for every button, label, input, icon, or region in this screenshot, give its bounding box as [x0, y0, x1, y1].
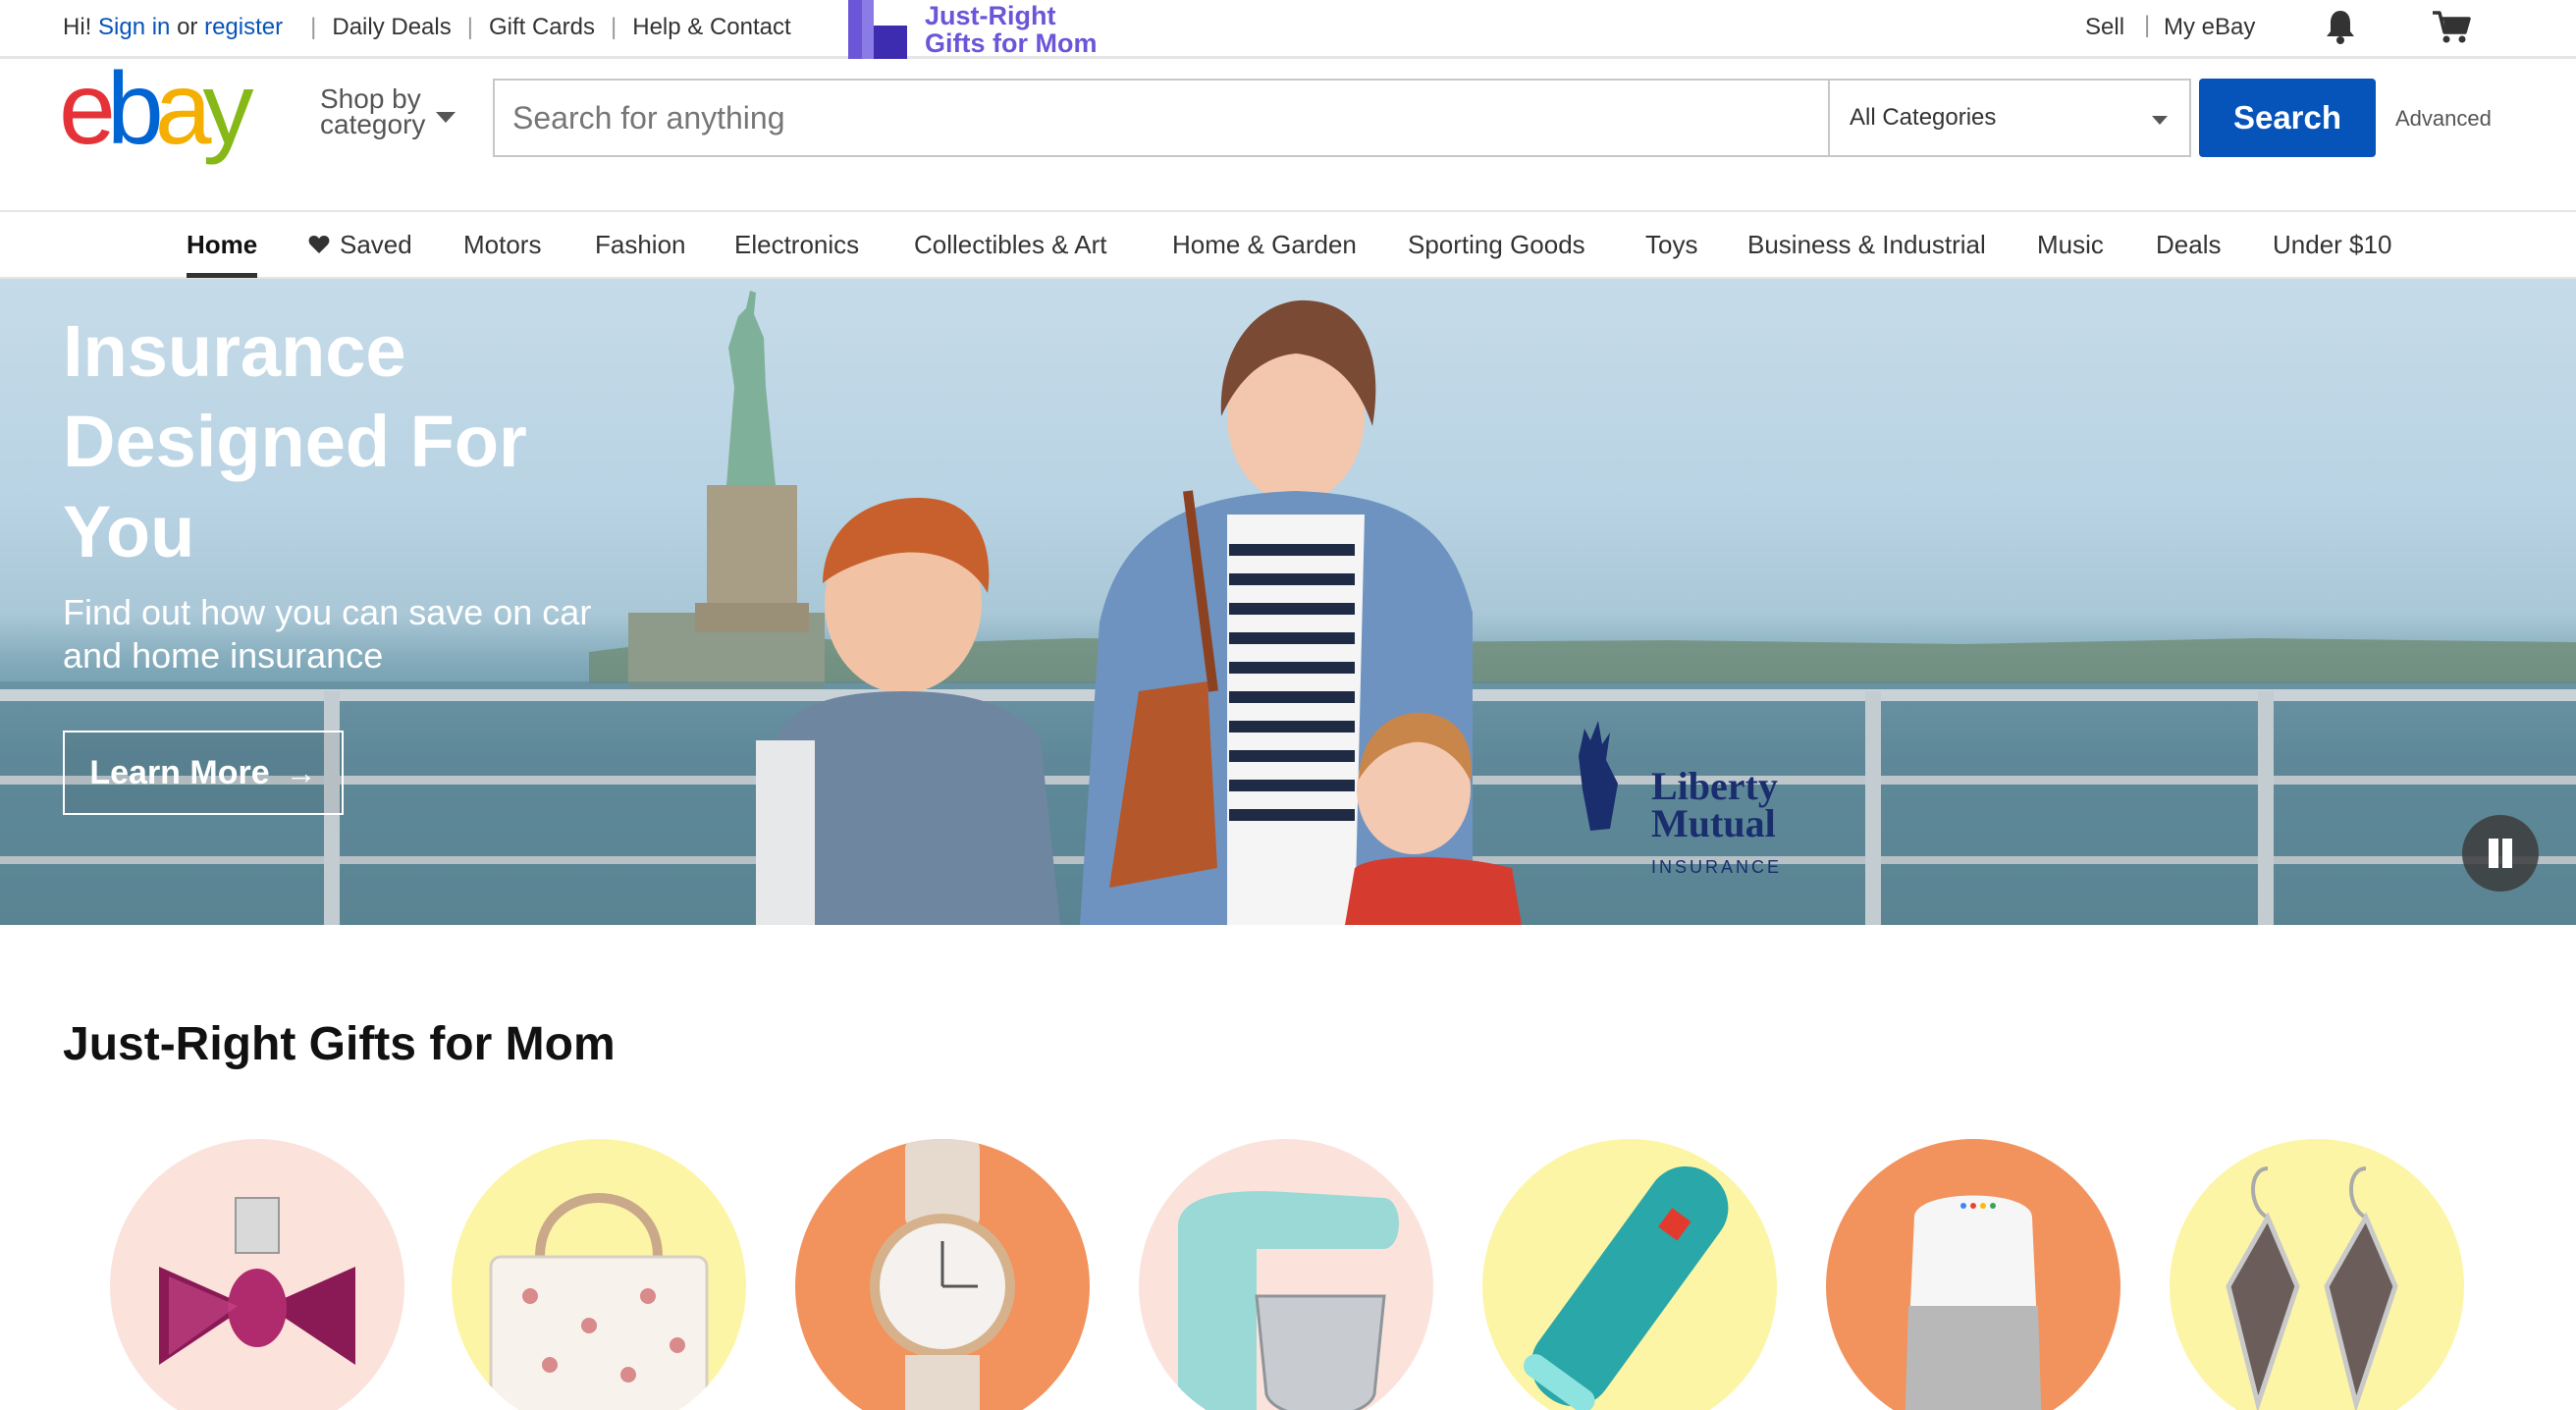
sponsor-line-3: INSURANCE	[1651, 857, 1783, 877]
gift-item-handbag[interactable]	[452, 1139, 746, 1410]
search-button[interactable]: Search	[2199, 79, 2376, 157]
shop-by-line-2: category	[320, 109, 426, 139]
sell-link[interactable]: Sell	[2085, 14, 2124, 41]
divider: |	[310, 14, 317, 40]
watch-image	[870, 1139, 1015, 1410]
divider: |	[466, 14, 473, 40]
nav-music[interactable]: Music	[2037, 230, 2104, 260]
register-link[interactable]: register	[204, 14, 283, 41]
chevron-down-icon[interactable]	[436, 112, 456, 123]
smart-speaker-image	[1905, 1195, 2042, 1410]
or-text: or	[177, 14, 198, 40]
search-bar: All Categories	[493, 79, 2191, 157]
hero-title-line-3: You	[63, 491, 195, 572]
ebay-logo[interactable]: ebay	[59, 63, 295, 171]
gift-item-earrings[interactable]	[2170, 1139, 2464, 1410]
heart-icon	[308, 236, 330, 253]
sponsor-logo: Liberty Mutual INSURANCE	[1651, 764, 1783, 886]
gift-item-perfume[interactable]	[110, 1139, 404, 1410]
nav-toys[interactable]: Toys	[1645, 230, 1697, 260]
nav-home-garden[interactable]: Home & Garden	[1172, 230, 1357, 260]
category-select[interactable]: All Categories	[1828, 81, 2189, 155]
hero-title-line-2: Designed For	[63, 401, 527, 482]
nav-sporting-goods[interactable]: Sporting Goods	[1408, 230, 1585, 260]
hero-title-line-1: Insurance	[63, 310, 406, 392]
handbag-image	[489, 1193, 709, 1410]
promo-logo-icon[interactable]	[848, 0, 907, 59]
bluetooth-speaker-image	[1524, 1166, 1729, 1410]
daily-deals-link[interactable]: Daily Deals	[332, 14, 451, 41]
gift-item-bluetooth-speaker[interactable]	[1482, 1139, 1777, 1410]
nav-fashion[interactable]: Fashion	[595, 230, 686, 260]
hero-subtitle: Find out how you can save on car and hom…	[63, 591, 671, 678]
promo-line-1: Just-Right	[925, 1, 1056, 30]
gift-item-stand-mixer[interactable]	[1139, 1139, 1433, 1410]
learn-more-label: Learn More	[89, 753, 270, 791]
earrings-image	[2226, 1166, 2398, 1410]
top-utility-bar: Hi! Sign in or register | Daily Deals | …	[0, 0, 2576, 59]
promo-line-2: Gifts for Mom	[925, 28, 1098, 58]
nav-saved-label: Saved	[340, 230, 412, 259]
pause-button[interactable]	[2462, 815, 2539, 892]
sponsor-line-2: Mutual	[1651, 801, 1776, 845]
learn-more-button[interactable]: Learn More →	[63, 731, 344, 815]
nav-electronics[interactable]: Electronics	[734, 230, 859, 260]
gift-cards-link[interactable]: Gift Cards	[489, 14, 595, 41]
top-left-links: Hi! Sign in or register | Daily Deals | …	[63, 0, 791, 55]
nav-motors[interactable]: Motors	[463, 230, 541, 260]
nav-collectibles-art[interactable]: Collectibles & Art	[914, 230, 1107, 260]
category-select-value: All Categories	[1850, 104, 1997, 131]
promo-banner-link[interactable]: Just-Right Gifts for Mom	[925, 2, 1098, 57]
sign-in-link[interactable]: Sign in	[98, 14, 170, 41]
cart-icon[interactable]	[2431, 8, 2472, 45]
svg-text:ebay: ebay	[59, 63, 254, 166]
search-input[interactable]	[495, 81, 1828, 155]
arrow-right-icon: →	[285, 754, 317, 790]
bell-icon[interactable]	[2323, 8, 2358, 45]
divider: |	[2144, 12, 2151, 38]
nav-under-10[interactable]: Under $10	[2273, 230, 2391, 260]
gifts-section-title: Just-Right Gifts for Mom	[63, 1018, 616, 1070]
divider: |	[611, 14, 617, 40]
hero-title: Insurance Designed For You	[63, 306, 613, 577]
hero-subtitle-line-2: and home insurance	[63, 635, 384, 676]
chevron-down-icon	[2152, 116, 2168, 125]
my-ebay-link[interactable]: My eBay	[2164, 14, 2255, 41]
category-nav: Home Saved Motors Fashion Electronics Co…	[0, 210, 2576, 279]
gift-item-watch[interactable]	[795, 1139, 1090, 1410]
nav-home[interactable]: Home	[187, 230, 257, 260]
hero-banner[interactable]: Liberty Liberty Mutual INSURANCE Insuran…	[0, 279, 2576, 925]
perfume-image	[159, 1197, 355, 1365]
stand-mixer-image	[1178, 1191, 1399, 1410]
nav-business-industrial[interactable]: Business & Industrial	[1747, 230, 1986, 260]
sponsor-line-1: Liberty	[1651, 764, 1778, 808]
greeting-text: Hi!	[63, 14, 92, 40]
gift-item-smart-speaker[interactable]	[1826, 1139, 2120, 1410]
nav-deals[interactable]: Deals	[2156, 230, 2221, 260]
nav-saved[interactable]: Saved	[308, 230, 412, 260]
help-contact-link[interactable]: Help & Contact	[632, 14, 790, 41]
advanced-search-link[interactable]: Advanced	[2395, 106, 2492, 132]
hero-subtitle-line-1: Find out how you can save on car	[63, 592, 592, 632]
nav-active-indicator	[187, 273, 257, 278]
shop-by-category-button[interactable]: Shop by category	[320, 85, 426, 139]
